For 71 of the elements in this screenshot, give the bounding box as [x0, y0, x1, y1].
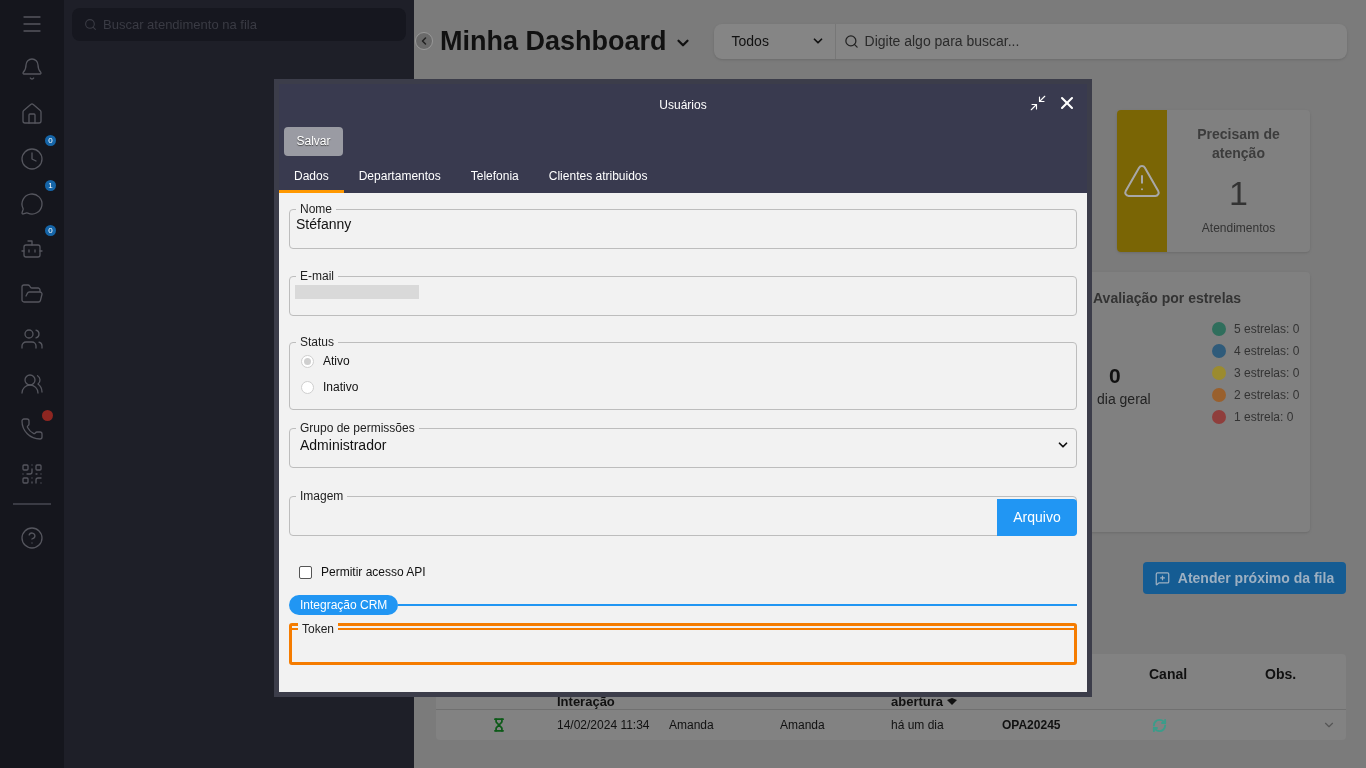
- checkbox-label: Permitir acesso API: [321, 564, 426, 581]
- average-label: dia geral: [1097, 390, 1151, 409]
- legend-label: 1 estrela: 0: [1234, 409, 1294, 426]
- card-title: Precisam de atenção: [1196, 125, 1281, 163]
- tab[interactable]: Dados: [279, 161, 344, 193]
- users-icon[interactable]: [20, 327, 44, 351]
- count-badge: 0: [45, 225, 56, 236]
- count-badge: 0: [45, 135, 56, 146]
- form-field[interactable]: Imagem Arquivo: [289, 490, 1077, 536]
- form-field[interactable]: Grupo de permissões Administrador: [289, 422, 1077, 468]
- legend-label: 2 estrelas: 0: [1234, 387, 1300, 404]
- table-cell-text: há um dia: [891, 717, 945, 734]
- search-bar[interactable]: Todos Digite algo para buscar...: [713, 23, 1347, 59]
- field-label: Token: [298, 622, 339, 636]
- tab[interactable]: Departamentos: [343, 161, 456, 193]
- group-icon[interactable]: [20, 372, 44, 396]
- column-header: Obs.: [1265, 665, 1297, 684]
- form-field[interactable]: Nome Stéfanny: [289, 203, 1077, 249]
- page-title: Minha Dashboard: [440, 24, 667, 58]
- robot-icon[interactable]: [20, 237, 44, 261]
- search-icon: [843, 33, 859, 49]
- radio-label: Inativo: [323, 379, 359, 396]
- form-field[interactable]: Status Ativo Inativo: [289, 336, 1077, 410]
- desk-phone-icon[interactable]: [20, 417, 44, 441]
- help-icon[interactable]: [20, 526, 44, 550]
- bell-icon[interactable]: [20, 57, 44, 81]
- filter-select[interactable]: Todos: [713, 23, 836, 59]
- field-label: Grupo de permissões: [299, 422, 416, 434]
- form-field[interactable]: E-mail: [289, 270, 1077, 316]
- channel-icon: [1152, 717, 1167, 733]
- sort-icon[interactable]: [947, 698, 958, 706]
- column-header: Canal: [1149, 665, 1188, 684]
- chat-plus-icon: [1154, 570, 1170, 586]
- radio-label: Ativo: [323, 353, 350, 370]
- table-cell-text: Amanda: [780, 717, 826, 734]
- radio-button[interactable]: [301, 380, 314, 394]
- group-select[interactable]: Administrador: [296, 434, 1070, 456]
- chat-bubble-icon[interactable]: [20, 192, 44, 216]
- home-icon[interactable]: [20, 102, 44, 126]
- form-field[interactable]: Token: [292, 622, 1074, 662]
- count-badge: 1: [45, 180, 56, 191]
- column-header: abertura: [891, 695, 958, 709]
- column-header: Interação: [557, 695, 615, 709]
- folder-icon[interactable]: [20, 282, 44, 306]
- legend-label: 3 estrelas: 0: [1234, 365, 1300, 382]
- field-label: Imagem: [299, 490, 345, 502]
- card-title: Avaliação por estrelas: [1093, 289, 1242, 308]
- legend-label: 4 estrelas: 0: [1234, 343, 1300, 360]
- average-value: 0: [1109, 363, 1121, 389]
- search-icon: [84, 18, 97, 31]
- field-label: E-mail: [299, 270, 335, 282]
- collapse-icon[interactable]: [1029, 94, 1047, 112]
- table-cell-text: OPA20245: [1002, 717, 1062, 734]
- name-input[interactable]: Stéfanny: [296, 215, 1070, 233]
- search-field[interactable]: Digite algo para buscar...: [864, 30, 1347, 52]
- tab[interactable]: Telefonia: [455, 161, 534, 193]
- dialog-title: Usuários: [659, 97, 707, 114]
- checkbox[interactable]: [299, 565, 312, 579]
- card-caption: Atendimentos: [1201, 220, 1276, 237]
- hourglass-icon: [492, 718, 506, 732]
- radio-button[interactable]: [301, 354, 314, 368]
- card-value: 1: [1229, 173, 1248, 213]
- field-label: Nome: [299, 203, 333, 215]
- tab[interactable]: Clientes atribuidos: [533, 161, 663, 193]
- field-label: Status: [299, 336, 336, 348]
- table-cell-text: Amanda: [669, 717, 715, 734]
- qr-code-icon[interactable]: [20, 462, 44, 486]
- table-cell-text: 14/02/2024 11:34: [557, 717, 651, 734]
- clock-icon[interactable]: [20, 147, 44, 171]
- back-button[interactable]: [415, 32, 433, 50]
- legend-label: 5 estrelas: 0: [1234, 321, 1300, 338]
